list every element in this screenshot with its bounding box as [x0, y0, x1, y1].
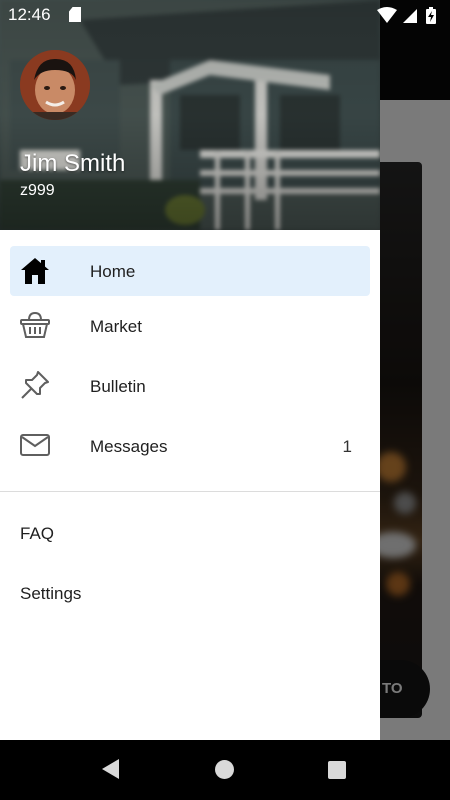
- nav-item-label: Market: [90, 317, 142, 336]
- nav-item-label: Messages: [90, 437, 168, 456]
- nav-item-bulletin[interactable]: Bulletin: [10, 360, 370, 420]
- recents-icon[interactable]: [328, 761, 346, 779]
- nav-item-label: FAQ: [20, 524, 55, 543]
- drawer-header: Jim Smith z999: [0, 0, 380, 230]
- signal-icon: [403, 9, 417, 23]
- system-nav-bar: [0, 740, 450, 800]
- pushpin-icon: [21, 371, 49, 399]
- avatar-photo: [20, 50, 90, 120]
- primary-nav: Home Market Bulletin Messages 1: [0, 230, 380, 480]
- back-icon[interactable]: [102, 759, 119, 779]
- status-icons: [377, 7, 436, 24]
- home-icon: [21, 258, 49, 284]
- messages-count-badge: 1: [342, 437, 352, 456]
- nav-item-market[interactable]: Market: [10, 300, 370, 360]
- nav-item-home[interactable]: Home: [10, 246, 370, 296]
- nav-item-label: Bulletin: [90, 377, 146, 396]
- user-name: Jim Smith: [20, 150, 126, 177]
- mail-icon: [20, 434, 50, 456]
- status-bar: 12:46: [0, 0, 450, 30]
- basket-icon: [20, 311, 50, 338]
- home-button-icon[interactable]: [215, 760, 234, 779]
- avatar[interactable]: [20, 50, 90, 120]
- status-time: 12:46: [8, 5, 51, 24]
- nav-item-label: Settings: [20, 584, 82, 603]
- nav-item-faq[interactable]: FAQ: [0, 503, 380, 563]
- nav-item-label: Home: [90, 262, 136, 281]
- secondary-nav: FAQ Settings: [0, 503, 380, 623]
- wifi-icon: [377, 7, 397, 23]
- nav-item-settings[interactable]: Settings: [0, 563, 380, 623]
- user-id: z999: [20, 182, 55, 199]
- sd-card-icon: [69, 7, 81, 22]
- drawer-divider: [0, 491, 380, 492]
- nav-item-messages[interactable]: Messages 1: [10, 420, 370, 480]
- navigation-drawer: Jim Smith z999 Home Market Bulletin Mess…: [0, 0, 380, 740]
- battery-icon: [426, 7, 436, 24]
